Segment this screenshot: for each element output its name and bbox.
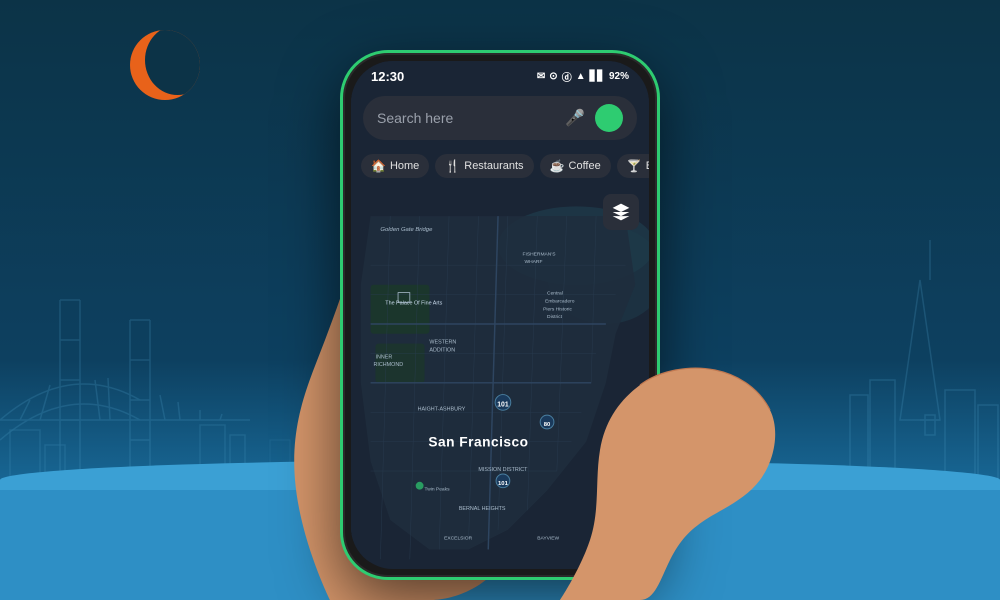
svg-text:INNER: INNER [376, 354, 393, 360]
battery-level: 92% [609, 71, 629, 82]
restaurant-icon: 🍴 [445, 159, 460, 173]
chip-coffee[interactable]: ☕ Coffee [540, 154, 611, 178]
status-icons: ✉ ⊙ ⓓ ▲ ▋▋ 92% [537, 69, 629, 84]
svg-text:Golden Gate Bridge: Golden Gate Bridge [380, 227, 433, 233]
coffee-icon: ☕ [550, 159, 565, 173]
green-dot-button[interactable] [595, 104, 623, 132]
svg-text:MISSION DISTRICT: MISSION DISTRICT [478, 467, 528, 473]
svg-text:ADDITION: ADDITION [429, 347, 455, 353]
svg-text:80: 80 [544, 422, 551, 428]
svg-text:Twin Peaks: Twin Peaks [425, 487, 451, 493]
chip-restaurants-label: Restaurants [464, 160, 523, 172]
background: 12:30 ✉ ⊙ ⓓ ▲ ▋▋ 92% Search here 🎤 [0, 0, 1000, 600]
svg-text:The Palace Of Fine Arts: The Palace Of Fine Arts [385, 300, 442, 306]
mic-icon[interactable]: 🎤 [565, 108, 585, 128]
signal-icon: ▋▋ [590, 71, 605, 82]
svg-text:HAIGHT-ASHBURY: HAIGHT-ASHBURY [418, 406, 466, 412]
svg-text:EXCELSIOR: EXCELSIOR [444, 536, 472, 542]
chip-bars[interactable]: 🍸 B... [617, 154, 649, 178]
hand-right [560, 220, 780, 600]
moon-decoration [130, 30, 200, 100]
category-chips-row: 🏠 Home 🍴 Restaurants ☕ Coffee 🍸 B... [351, 148, 649, 184]
svg-text:BERNAL HEIGHTS: BERNAL HEIGHTS [459, 506, 506, 512]
status-bar: 12:30 ✉ ⊙ ⓓ ▲ ▋▋ 92% [351, 61, 649, 88]
search-input[interactable]: Search here [377, 110, 555, 126]
chip-bars-label: B... [646, 160, 649, 172]
chip-coffee-label: Coffee [569, 160, 601, 172]
chip-restaurants[interactable]: 🍴 Restaurants [435, 154, 533, 178]
email-icon: ✉ [537, 71, 545, 82]
svg-text:101: 101 [498, 481, 509, 487]
search-bar[interactable]: Search here 🎤 [363, 96, 637, 140]
vpn-icon: ⓓ [562, 69, 572, 84]
svg-text:101: 101 [497, 401, 509, 408]
location-icon: ⊙ [549, 71, 557, 82]
svg-text:San Francisco: San Francisco [428, 435, 528, 450]
home-icon: 🏠 [371, 159, 386, 173]
svg-text:RICHMOND: RICHMOND [374, 362, 404, 368]
chip-home[interactable]: 🏠 Home [361, 154, 429, 178]
bar-icon: 🍸 [627, 159, 642, 173]
svg-text:FISHERMAN'S: FISHERMAN'S [523, 251, 557, 257]
svg-text:WESTERN: WESTERN [429, 340, 456, 346]
svg-text:BAYVIEW: BAYVIEW [537, 536, 559, 542]
search-bar-area: Search here 🎤 [351, 88, 649, 148]
status-time: 12:30 [371, 69, 404, 84]
svg-text:WHARF: WHARF [525, 259, 543, 265]
wifi-icon: ▲ [576, 71, 586, 82]
chip-home-label: Home [390, 160, 419, 172]
